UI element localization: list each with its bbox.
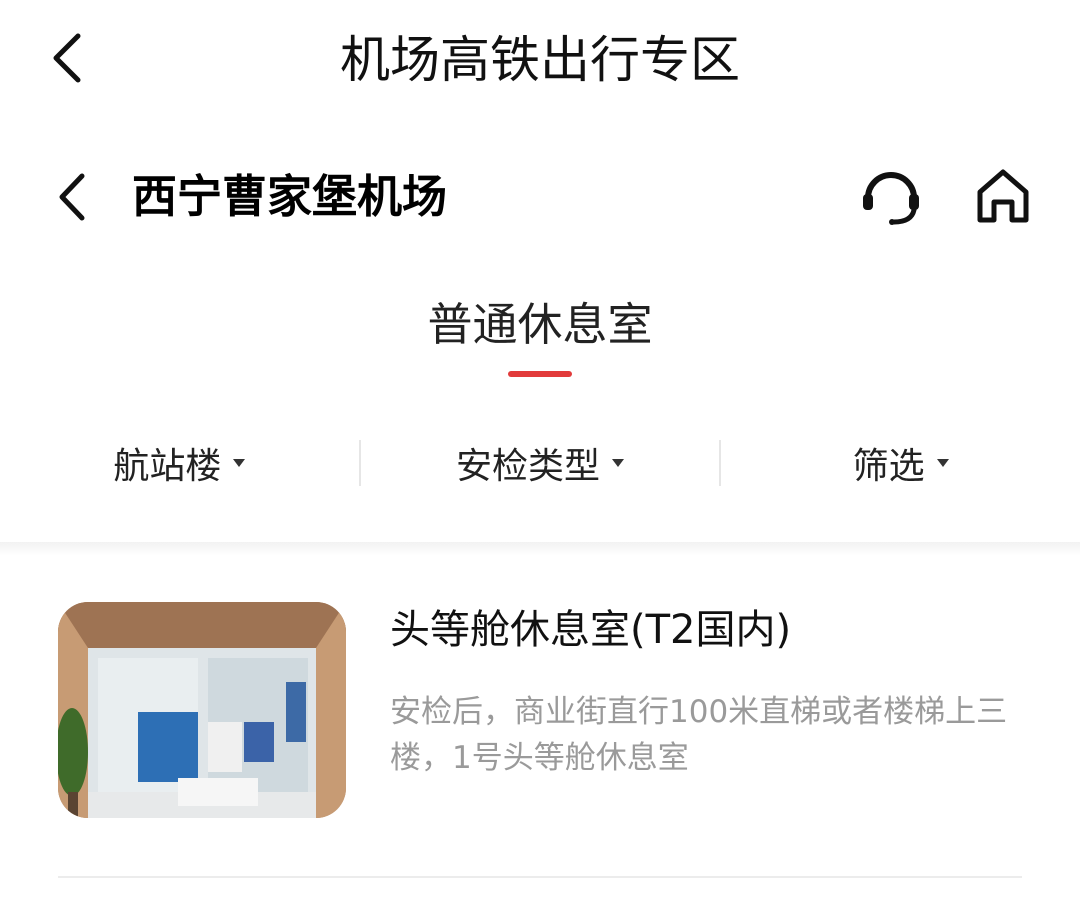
headset-icon	[863, 172, 919, 225]
chevron-left-icon	[59, 173, 85, 221]
filter-security-type[interactable]: 安检类型	[361, 432, 720, 494]
airport-name: 西宁曹家堡机场	[132, 170, 448, 223]
airport-back-button[interactable]	[48, 170, 98, 224]
filter-security-type-label: 安检类型	[456, 446, 601, 487]
lounge-photo	[58, 602, 346, 818]
lounge-title: 头等舱休息室(T2国内)	[390, 607, 792, 653]
home-icon	[977, 169, 1029, 223]
tab-label: 普通休息室	[427, 298, 653, 351]
list-divider	[58, 876, 1022, 878]
filter-terminal-label: 航站楼	[113, 446, 222, 487]
home-button[interactable]	[972, 164, 1034, 226]
top-navigation-bar: 机场高铁出行专区	[0, 0, 1080, 125]
caret-down-icon	[233, 459, 246, 467]
filter-bar: 航站楼 安检类型 筛选	[0, 432, 1080, 494]
filter-more[interactable]: 筛选	[721, 432, 1080, 494]
page-title: 机场高铁出行专区	[340, 31, 740, 89]
tab-regular-lounge[interactable]: 普通休息室	[0, 295, 1080, 377]
tab-active-indicator	[508, 371, 572, 377]
filter-more-label: 筛选	[852, 446, 925, 487]
caret-down-icon	[612, 459, 625, 467]
lounge-list-item[interactable]: 头等舱休息室(T2国内) 安检后，商业街直行100米直梯或者楼梯上三楼，1号头等…	[0, 575, 1080, 875]
airport-header: 西宁曹家堡机场	[0, 150, 1080, 240]
caret-down-icon	[936, 459, 949, 467]
lounge-description: 安检后，商业街直行100米直梯或者楼梯上三楼，1号头等舱休息室	[390, 694, 1008, 776]
filter-terminal[interactable]: 航站楼	[0, 432, 359, 494]
section-divider	[0, 542, 1080, 556]
customer-service-button[interactable]	[858, 164, 924, 226]
